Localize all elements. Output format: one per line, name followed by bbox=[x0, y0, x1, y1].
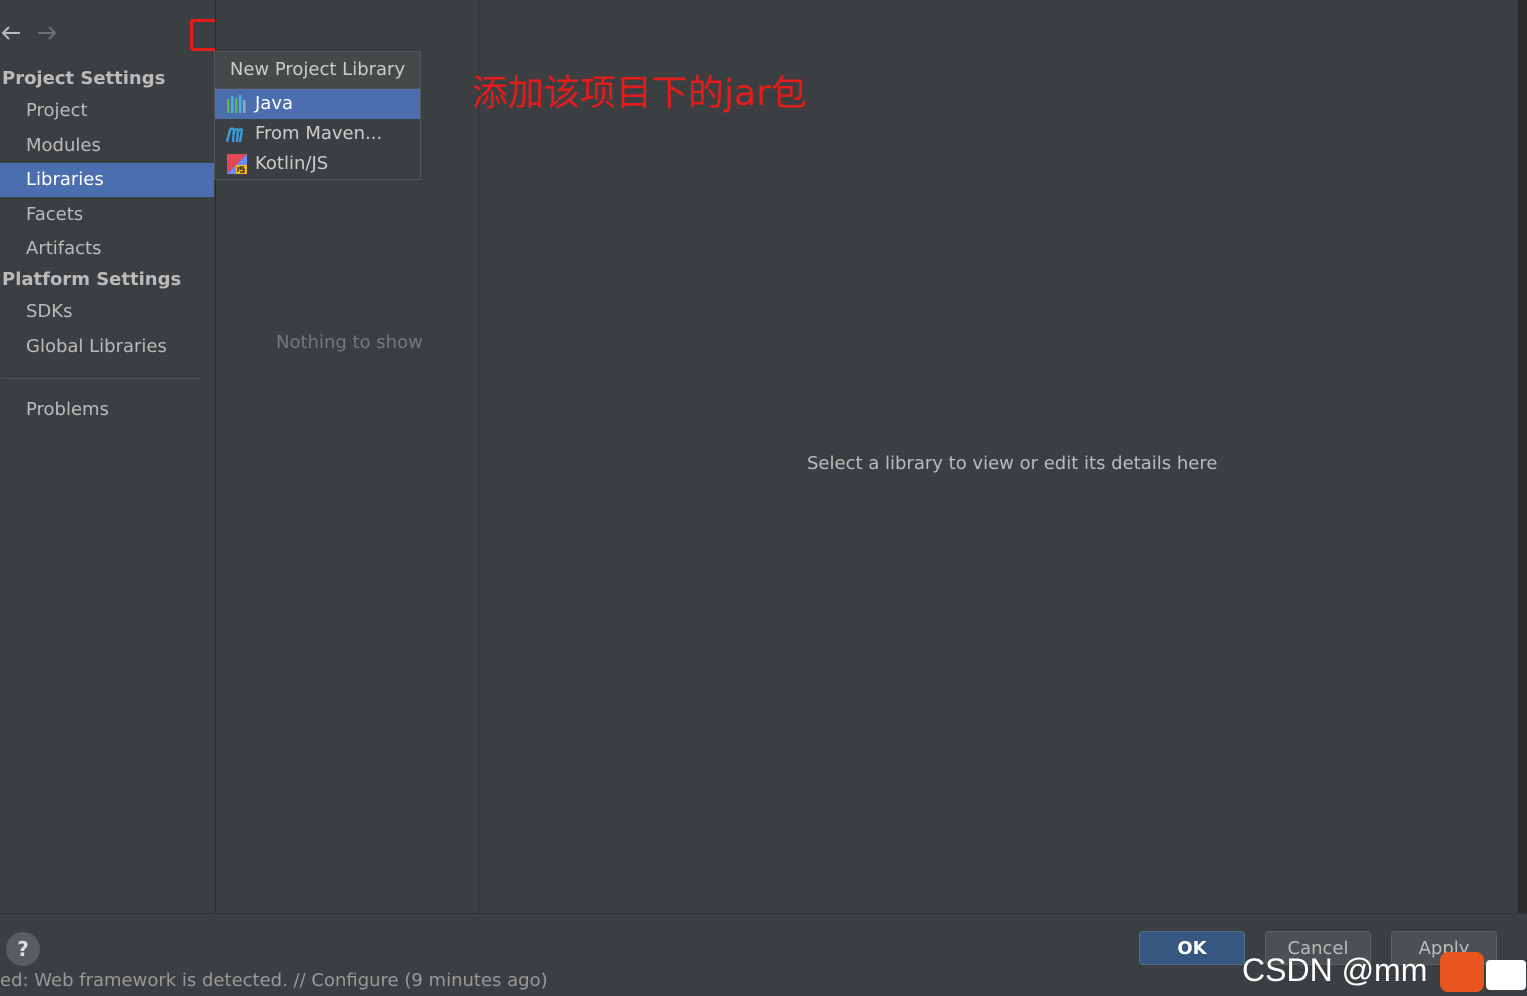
nav-header-project-settings: Project Settings bbox=[2, 68, 166, 89]
nav-item-problems[interactable]: Problems bbox=[0, 393, 214, 427]
annotation-text: 添加该项目下的jar包 bbox=[472, 73, 807, 114]
new-library-popup: New Project Library Java From Maven... K… bbox=[214, 51, 421, 180]
kotlin-js-icon bbox=[225, 153, 249, 175]
forward-arrow-icon[interactable] bbox=[36, 22, 58, 50]
nav-header-platform-settings: Platform Settings bbox=[2, 269, 182, 290]
list-empty-text: Nothing to show bbox=[276, 332, 423, 353]
maven-icon bbox=[225, 123, 249, 145]
watermark-badge bbox=[1440, 952, 1484, 992]
help-button[interactable]: ? bbox=[6, 932, 40, 966]
nav-item-facets[interactable]: Facets bbox=[0, 198, 214, 232]
popup-title: New Project Library bbox=[215, 52, 420, 89]
popup-item-label: Java bbox=[255, 93, 294, 114]
nav-item-artifacts[interactable]: Artifacts bbox=[0, 232, 214, 266]
detail-empty-text: Select a library to view or edit its det… bbox=[807, 453, 1218, 474]
settings-nav: Project Settings Project Modules Librari… bbox=[0, 0, 214, 913]
nav-item-libraries[interactable]: Libraries bbox=[0, 163, 214, 197]
nav-item-sdks[interactable]: SDKs bbox=[0, 295, 214, 329]
watermark-badge-secondary bbox=[1486, 960, 1526, 990]
popup-item-kotlin-js[interactable]: Kotlin/JS bbox=[215, 149, 420, 179]
nav-item-project[interactable]: Project bbox=[0, 94, 214, 128]
watermark: CSDN @mm bbox=[1242, 952, 1428, 988]
nav-item-modules[interactable]: Modules bbox=[0, 129, 214, 163]
ok-button[interactable]: OK bbox=[1139, 931, 1245, 965]
nav-divider bbox=[2, 378, 202, 379]
status-bar-text: ed: Web framework is detected. // Config… bbox=[0, 970, 548, 991]
popup-item-java[interactable]: Java bbox=[215, 89, 420, 119]
library-bars-icon bbox=[225, 93, 249, 115]
popup-item-label: Kotlin/JS bbox=[255, 153, 329, 174]
back-arrow-icon[interactable] bbox=[0, 22, 22, 50]
right-edge bbox=[1518, 0, 1527, 913]
popup-item-maven[interactable]: From Maven... bbox=[215, 119, 420, 149]
nav-item-global-libraries[interactable]: Global Libraries bbox=[0, 330, 214, 364]
popup-item-label: From Maven... bbox=[255, 123, 383, 144]
